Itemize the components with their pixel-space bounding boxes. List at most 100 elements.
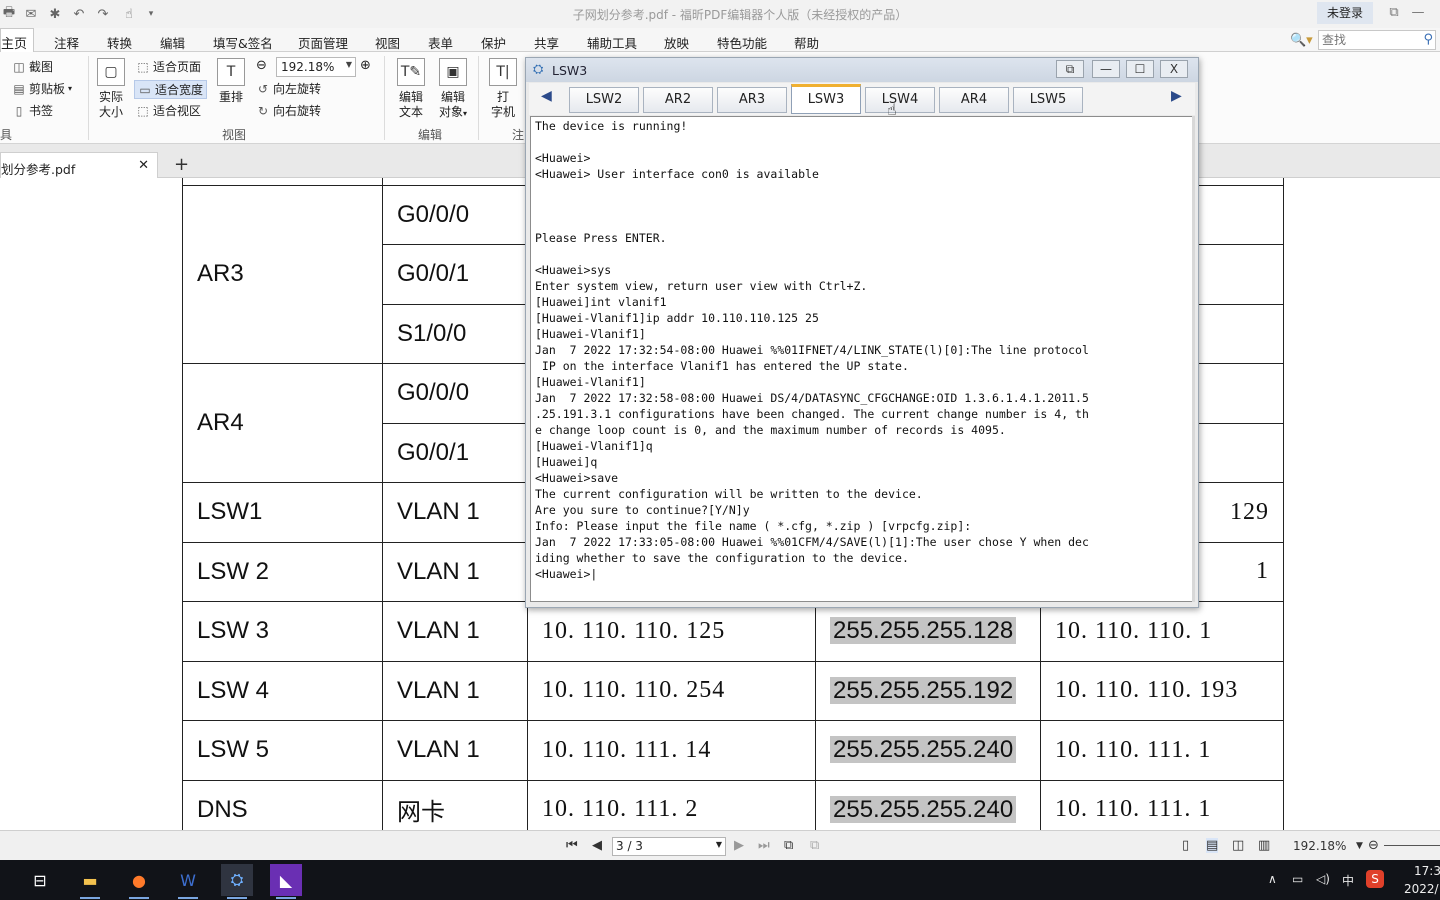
tab-ar3[interactable]: AR3 [717,87,787,113]
zoom-level[interactable]: 192.18% [1293,839,1346,853]
restore-layout-icon[interactable]: ⧉ [1384,3,1404,23]
fit-width-icon: ▭ [139,82,151,97]
firefox-icon[interactable]: ● [123,864,155,899]
reflow-icon: T [217,58,245,86]
menu-accessibility[interactable]: 辅助工具 [587,33,637,52]
next-view-icon[interactable]: ⧉ [810,838,819,853]
task-view-icon[interactable]: ⊟ [24,864,56,896]
edit-object-button[interactable]: ▣ 编辑 对象▾ [436,58,470,121]
device-cell: LSW 5 [182,720,383,781]
ribbon-divider [384,56,385,140]
zoom-slider[interactable] [1384,845,1440,846]
fit-view-button[interactable]: ⬚ 适合视区 [136,102,201,119]
menu-share[interactable]: 共享 [534,33,559,52]
tab-lsw5[interactable]: LSW5 [1013,87,1083,113]
zoom-out-icon[interactable]: ⊖ [1368,838,1379,853]
volume-icon[interactable]: ◁) [1316,872,1330,886]
windows-taskbar: ⊟ ▬ ● W ⛭ ◣ ∧ ▭ ◁) 中 S 17:3 2022/ [0,860,1440,900]
first-page-icon[interactable]: ⏮ [566,838,578,853]
rotate-right-button[interactable]: ↻ 向右旋转 [256,102,321,119]
app-titlebar: 🖶 ✉ ✱ ↶ ↷ ☝ ▾ 子网划分参考.pdf - 福昕PDF编辑器个人版（未… [0,0,1440,28]
tab-scroll-left-icon[interactable]: ◀ [541,88,552,104]
fit-width-button[interactable]: ▭ 适合宽度 [134,80,208,99]
mask-cell: 255.255.255.192 [815,660,1041,721]
console-scrollbar[interactable] [1192,116,1195,602]
fit-page-button[interactable]: ⬚ 适合页面 [136,58,201,75]
status-bar: ⏮ ◀ 3 / 3 ▼ ▶ ⏭ ⧉ ⧉ ▯ ▤ ◫ ▥ 192.18% ▼ ⊖ [0,830,1440,860]
search-icon[interactable]: ⚲ [1423,32,1433,47]
menu-protect[interactable]: 保护 [481,33,506,52]
chevron-down-icon[interactable]: ▼ [1356,841,1363,851]
tab-scroll-right-icon[interactable]: ▶ [1171,88,1182,104]
chevron-up-icon[interactable]: ∧ [1268,872,1277,886]
console-maximize-button[interactable]: ☐ [1126,60,1154,78]
search-field[interactable]: ⚲ [1318,30,1436,50]
file-explorer-icon[interactable]: ▬ [74,864,106,899]
menu-help[interactable]: 帮助 [794,33,819,52]
console-terminal-output[interactable]: The device is running! <Huawei> <Huawei>… [530,116,1194,602]
login-button[interactable]: 未登录 [1317,2,1373,24]
actual-size-button[interactable]: ▢ 实际 大小 [96,58,126,120]
tab-lsw4[interactable]: LSW4 [865,87,935,113]
fit-page-icon: ⬚ [137,59,149,74]
lsw3-console-window[interactable]: ⛭ LSW3 ⧉ — ☐ X ◀ LSW2 AR2 AR3 LSW3 LSW4 … [525,57,1199,608]
last-page-icon[interactable]: ⏭ [758,838,770,853]
next-page-icon[interactable]: ▶ [734,838,744,853]
console-minimize-button[interactable]: — [1092,60,1120,78]
facing-page-icon[interactable]: ◫ [1232,838,1244,853]
menu-features[interactable]: 特色功能 [717,33,767,52]
device-cell: LSW 4 [182,660,383,721]
ime-indicator[interactable]: 中 [1342,872,1354,889]
ensp-taskbar-icon[interactable]: ⛭ [221,864,253,899]
ip-cell: 10. 110. 111. 14 [527,720,816,781]
continuous-page-icon[interactable]: ▤ [1206,838,1219,853]
previous-page-icon[interactable]: ◀ [592,838,602,853]
word-icon[interactable]: W [172,864,204,899]
menu-page-management[interactable]: 页面管理 [298,33,348,52]
clock-date[interactable]: 2022/ [1404,882,1439,896]
network-icon[interactable]: ▭ [1292,872,1303,886]
menu-form[interactable]: 表单 [428,33,453,52]
menu-comment[interactable]: 注释 [54,33,79,52]
menu-edit[interactable]: 编辑 [160,33,185,52]
page-number-select[interactable]: 3 / 3 ▼ [612,837,726,856]
console-titlebar[interactable]: ⛭ LSW3 ⧉ — ☐ X [526,58,1198,82]
sogou-ime-icon[interactable]: S [1366,870,1384,888]
device-cell: AR4 [182,363,383,483]
previous-view-icon[interactable]: ⧉ [784,838,793,853]
reflow-button[interactable]: T 重排 [216,58,246,105]
rotate-left-button[interactable]: ↺ 向左旋转 [256,80,321,97]
bookmark-icon: ▯ [15,103,23,118]
zoom-out-icon[interactable]: ⊖ [256,58,267,73]
menu-fill-sign[interactable]: 填写&签名 [213,33,273,52]
new-tab-button[interactable]: + [174,154,189,175]
bookmark-button[interactable]: ▯ 书签 [12,102,53,119]
edit-text-button[interactable]: T✎ 编辑 文本 [396,58,426,120]
document-tab[interactable]: 划分参考.pdf ✕ [0,152,158,178]
menu-presentation[interactable]: 放映 [664,33,689,52]
single-page-icon[interactable]: ▯ [1182,838,1189,853]
search-options-icon[interactable]: 🔍▾ [1290,33,1313,48]
menu-home[interactable]: 主页 [0,28,35,53]
close-icon[interactable]: ✕ [138,158,149,173]
typewriter-button[interactable]: T| 打字机 [488,58,518,120]
console-restore-button[interactable]: ⧉ [1056,60,1084,78]
search-input[interactable] [1319,31,1415,49]
chevron-down-icon: ▾ [463,109,468,118]
menu-view[interactable]: 视图 [375,33,400,52]
tab-lsw2[interactable]: LSW2 [569,87,639,113]
screenshot-button[interactable]: ◫ 截图 [12,58,53,75]
foxit-pdf-icon[interactable]: ◣ [270,864,302,899]
tab-ar4[interactable]: AR4 [939,87,1009,113]
zoom-in-icon[interactable]: ⊕ [360,58,371,73]
tab-ar2[interactable]: AR2 [643,87,713,113]
clipboard-button[interactable]: ▤ 剪贴板 ▾ [12,80,72,97]
clock-time[interactable]: 17:3 [1414,864,1440,878]
console-close-button[interactable]: X [1160,60,1188,78]
menu-convert[interactable]: 转换 [107,33,132,52]
zoom-select[interactable]: 192.18% ▼ [276,57,356,77]
tab-lsw3[interactable]: LSW3 [791,84,861,114]
minimize-button[interactable]: — [1408,3,1428,23]
continuous-facing-icon[interactable]: ▥ [1258,838,1270,853]
gateway-cell: 10. 110. 111. 1 [1040,779,1284,830]
